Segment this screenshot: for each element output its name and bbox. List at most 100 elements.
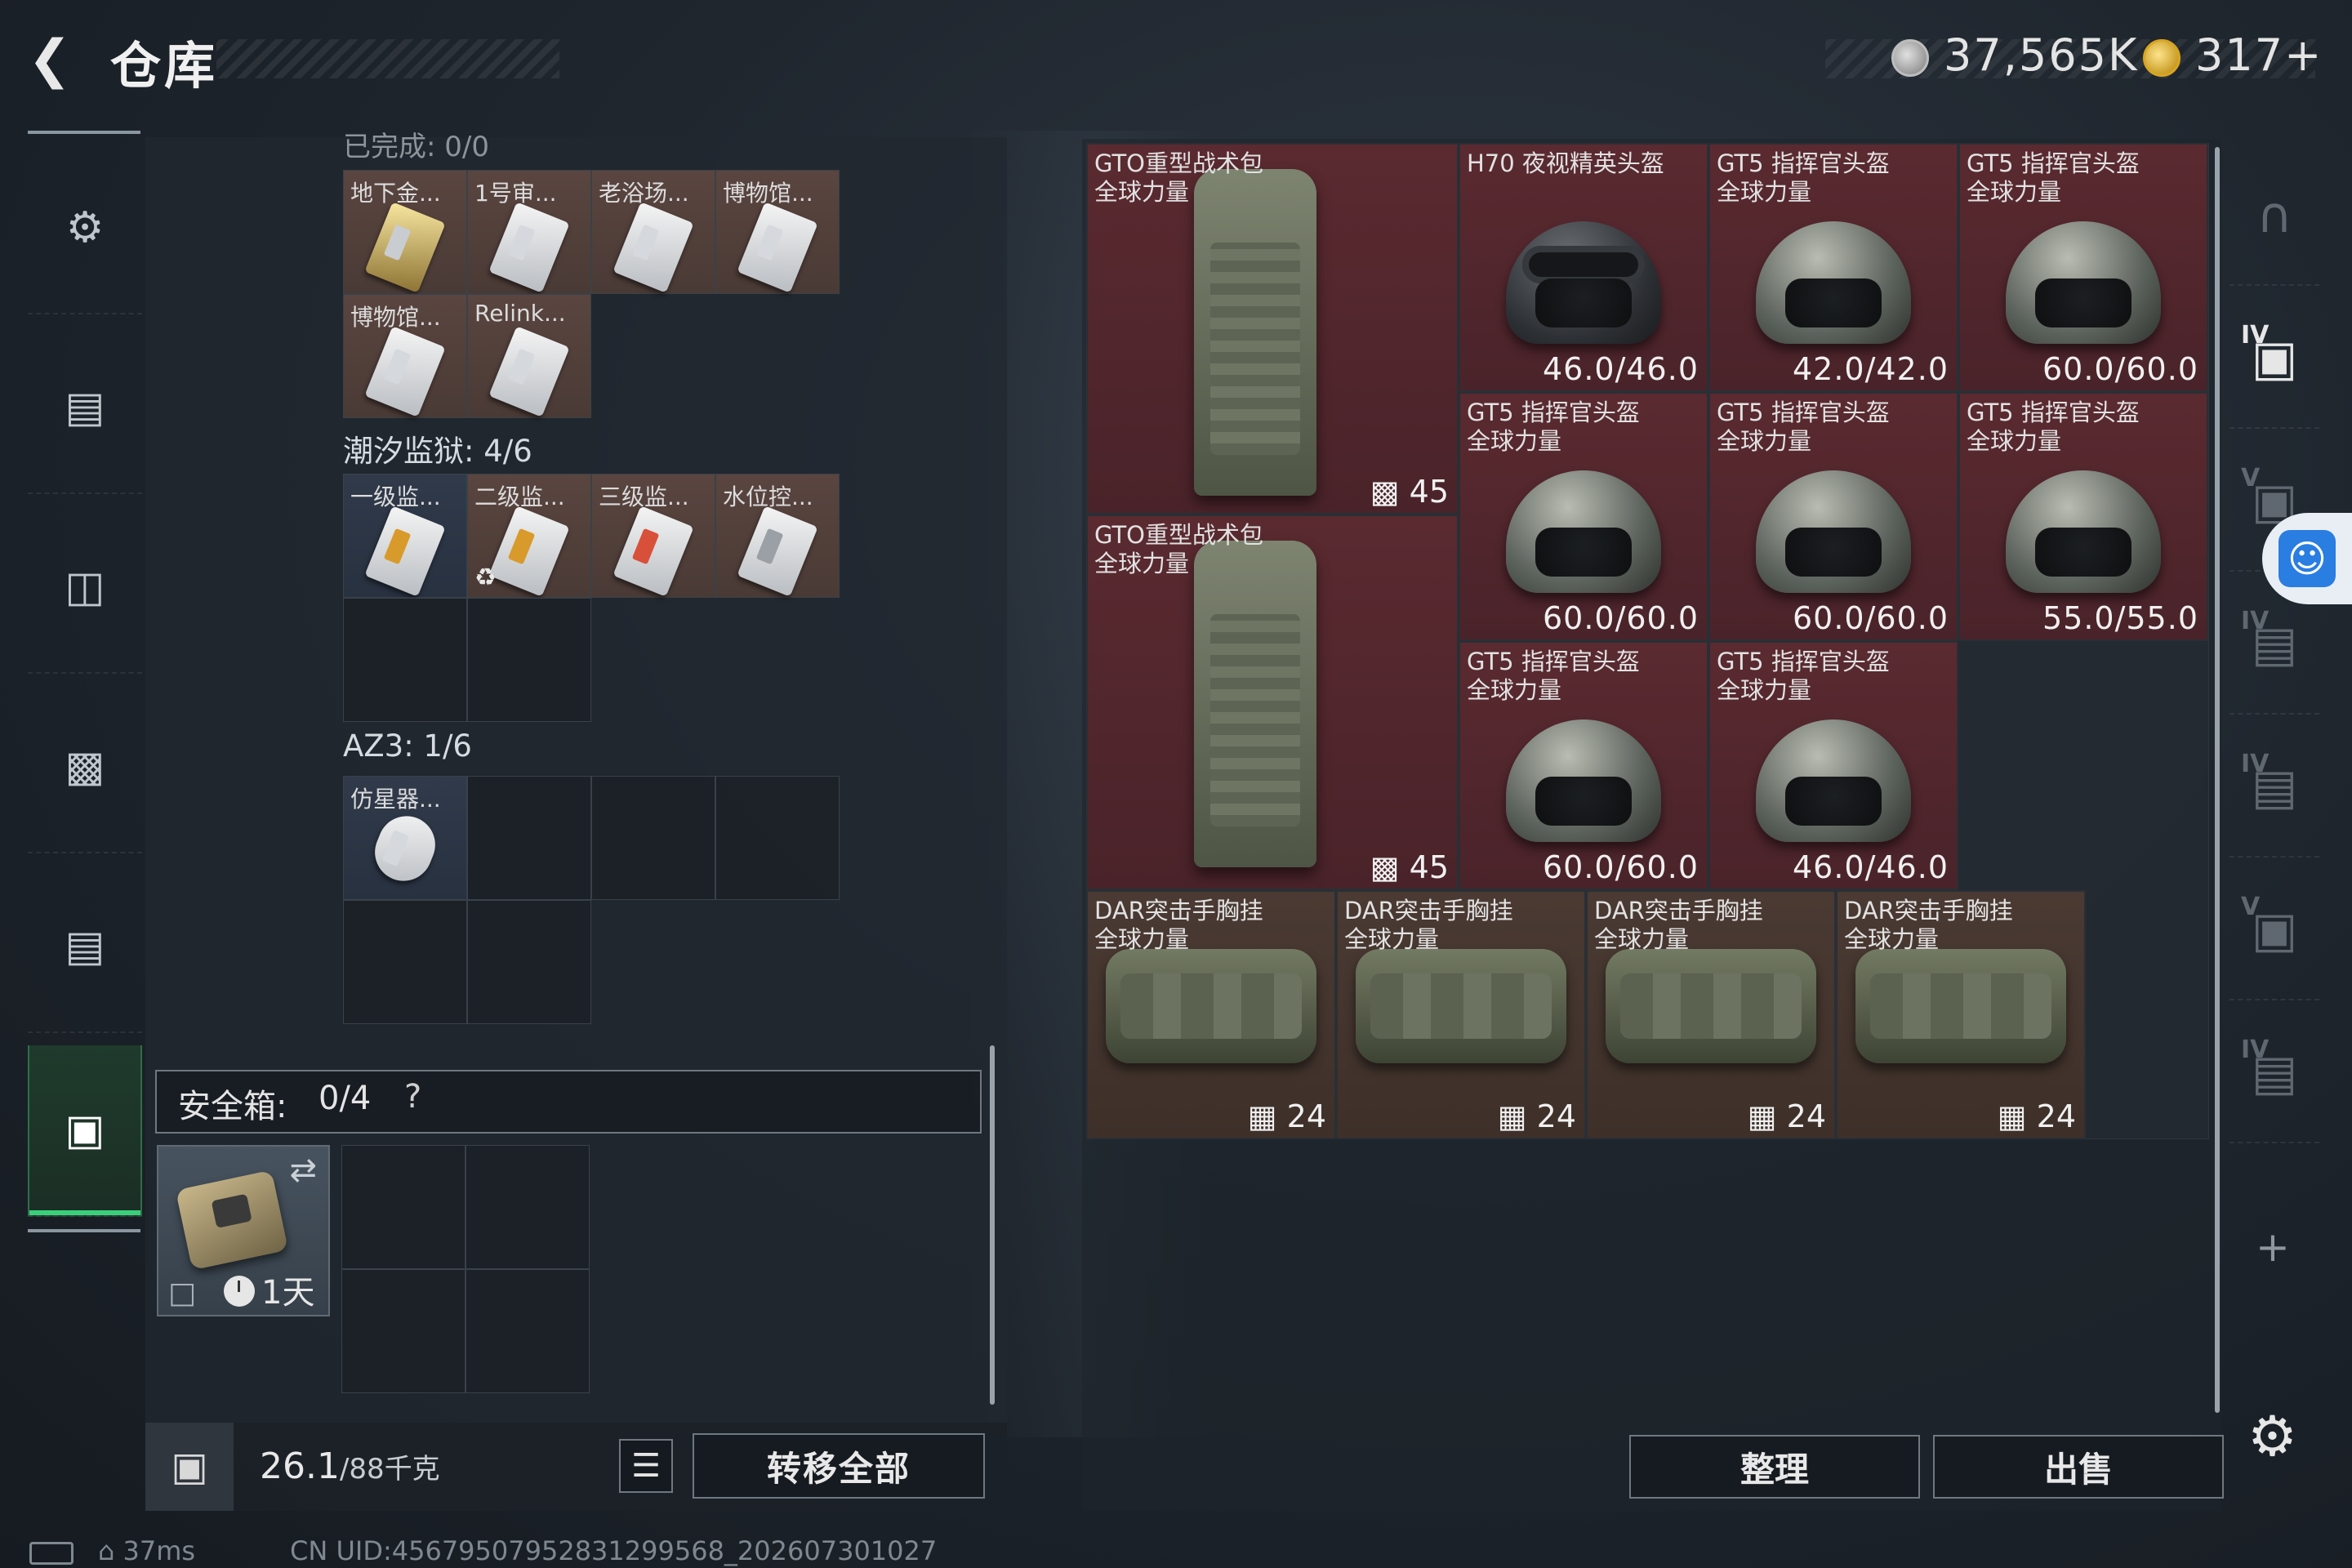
helmet-image — [1756, 470, 1911, 593]
empty-key-slot[interactable] — [343, 598, 467, 722]
key-item[interactable]: 一级监... — [343, 474, 467, 598]
stash-scrollbar[interactable] — [2215, 147, 2220, 1413]
item-name: GT5 指挥官头盔 全球力量 — [1717, 399, 1890, 455]
safe-box-item[interactable]: ⇄ □ 1天 — [157, 1145, 330, 1316]
key-item[interactable]: 地下金... — [343, 170, 467, 294]
key-item[interactable]: Relink... — [467, 294, 591, 418]
container-icon: ▤ — [65, 922, 105, 971]
item-name: GTO重型战术包 全球力量 — [1094, 149, 1263, 206]
stash-item-helmet[interactable]: GT5 指挥官头盔 全球力量 60.0/60.0 — [1459, 641, 1708, 890]
item-name: GT5 指挥官头盔 全球力量 — [1967, 149, 2140, 206]
item-durability: 60.0/60.0 — [2042, 351, 2198, 387]
weight-readout: 26.1/88千克 — [260, 1446, 440, 1487]
empty-key-slot[interactable] — [591, 776, 715, 900]
key-item[interactable]: 1号审... — [467, 170, 591, 294]
stash-item-backpack[interactable]: GTO重型战术包 全球力量 ▩ 45 — [1086, 514, 1459, 890]
back-arrow-icon[interactable]: ❮ — [28, 31, 85, 88]
item-name: GT5 指挥官头盔 全球力量 — [1717, 648, 1890, 704]
empty-key-slot[interactable] — [467, 900, 591, 1024]
rail-item-tier-filter[interactable]: IV ▣ — [2230, 290, 2319, 429]
weight-lock-icon[interactable]: ▣ — [145, 1423, 234, 1511]
empty-key-slot[interactable] — [467, 776, 591, 900]
help-icon[interactable]: ? — [404, 1078, 421, 1116]
rail-item-tier-filter[interactable]: IV ▤ — [2230, 719, 2319, 858]
broken-key-icon: ♻ — [474, 564, 497, 592]
safe-slot[interactable] — [466, 1269, 590, 1393]
rail-bottom-line — [28, 1229, 140, 1232]
arch-icon: ∩ — [2256, 187, 2292, 244]
safe-slot[interactable] — [341, 1269, 466, 1393]
key-item[interactable]: 老浴场... — [591, 170, 715, 294]
accessibility-icon: ☺ — [2278, 530, 2336, 587]
left-scrollbar[interactable] — [990, 1045, 995, 1405]
backpack-icon: ◫ — [65, 563, 105, 612]
stash-item-helmet[interactable]: H70 夜视精英头盔 46.0/46.0 — [1459, 143, 1708, 392]
rail-item-toolbox[interactable]: ▣ — [28, 1045, 142, 1217]
item-durability: 60.0/60.0 — [1542, 849, 1699, 885]
stash-item-chest-rig[interactable]: DAR突击手胸挂 全球力量 ▦ 24 — [1336, 890, 1586, 1139]
sort-button[interactable]: 整理 — [1629, 1435, 1920, 1499]
key-item[interactable]: 博物馆... — [343, 294, 467, 418]
key-card-icon — [612, 506, 694, 597]
add-icon[interactable]: + — [2256, 1223, 2290, 1271]
safe-slot[interactable] — [341, 1145, 466, 1269]
section-label-completed: 已完成: 0/0 — [343, 131, 489, 163]
gear-icon[interactable]: ⚙ — [2247, 1405, 2297, 1469]
key-item[interactable]: 三级监... — [591, 474, 715, 598]
chest-rig-icon: ▩ — [65, 742, 105, 791]
rail-item-backpacks[interactable]: ◫ — [28, 502, 142, 674]
safe-box-label: 安全箱: — [178, 1088, 287, 1125]
key-item[interactable]: 仿星器... — [343, 776, 467, 900]
item-name: DAR突击手胸挂 全球力量 — [1344, 897, 1513, 953]
item-durability: 60.0/60.0 — [1542, 600, 1699, 636]
item-capacity: ▦ 24 — [1497, 1098, 1576, 1134]
stash-item-helmet[interactable]: GT5 指挥官头盔 全球力量 60.0/60.0 — [1958, 143, 2208, 392]
key-card-icon — [488, 326, 570, 417]
silver-coin-icon — [1891, 39, 1929, 77]
accessibility-button[interactable]: ☺ — [2262, 513, 2352, 604]
key-card-icon — [737, 506, 818, 597]
stash-item-chest-rig[interactable]: DAR突击手胸挂 全球力量 ▦ 24 — [1586, 890, 1836, 1139]
rail-item-armor[interactable]: ▤ — [28, 323, 142, 494]
item-name: DAR突击手胸挂 全球力量 — [1594, 897, 1763, 953]
stash-item-chest-rig[interactable]: DAR突击手胸挂 全球力量 ▦ 24 — [1086, 890, 1336, 1139]
key-card-icon — [364, 202, 446, 293]
key-item[interactable]: 博物馆... — [715, 170, 840, 294]
stash-item-backpack[interactable]: GTO重型战术包 全球力量 ▩ 45 — [1086, 143, 1459, 514]
stash-item-helmet[interactable]: GT5 指挥官头盔 全球力量 60.0/60.0 — [1708, 392, 1958, 641]
rail-item-tier-filter[interactable]: IV ▤ — [2230, 1004, 2319, 1143]
rail-item-stash-home[interactable]: ∩ — [2230, 147, 2319, 286]
transfer-all-button[interactable]: 转移全部 — [693, 1433, 985, 1499]
silver-amount: 37,565K — [1944, 29, 2139, 81]
safe-slot[interactable] — [466, 1145, 590, 1269]
safe-box-count: 0/4 — [318, 1080, 372, 1117]
backpack-image — [1194, 541, 1316, 867]
key-item[interactable]: 水位控... — [715, 474, 840, 598]
active-indicator — [29, 1210, 140, 1215]
stash-item-helmet[interactable]: GT5 指挥官头盔 全球力量 55.0/55.0 — [1958, 392, 2208, 641]
rail-item-containers[interactable]: ▤ — [28, 862, 142, 1033]
chest-rig-image — [1855, 949, 2066, 1063]
title-stripe — [216, 39, 559, 78]
rail-item-tier-filter[interactable]: V ▣ — [2230, 862, 2319, 1000]
gold-coin-icon — [2143, 39, 2180, 77]
item-name: GTO重型战术包 全球力量 — [1094, 521, 1263, 577]
empty-key-slot[interactable] — [343, 900, 467, 1024]
stash-item-helmet[interactable]: GT5 指挥官头盔 全球力量 46.0/46.0 — [1708, 641, 1958, 890]
stash-item-helmet[interactable]: GT5 指挥官头盔 全球力量 42.0/42.0 — [1708, 143, 1958, 392]
item-durability: 46.0/46.0 — [1792, 849, 1949, 885]
backpack-image — [1194, 169, 1316, 496]
key-item[interactable]: 二级监... ♻ — [467, 474, 591, 598]
item-durability: 46.0/46.0 — [1542, 351, 1699, 387]
empty-key-slot[interactable] — [715, 776, 840, 900]
gold-amount[interactable]: 317+ — [2195, 29, 2323, 81]
section-label-tidal-prison: 潮汐监狱: 4/6 — [343, 434, 532, 469]
empty-key-slot[interactable] — [467, 598, 591, 722]
rail-item-weapons[interactable]: ⚙ — [28, 143, 142, 314]
sell-button[interactable]: 出售 — [1933, 1435, 2224, 1499]
list-icon[interactable]: ☰ — [619, 1439, 673, 1493]
swap-icon[interactable]: ⇄ — [289, 1152, 317, 1189]
stash-item-chest-rig[interactable]: DAR突击手胸挂 全球力量 ▦ 24 — [1836, 890, 2086, 1139]
rail-item-chest-rigs[interactable]: ▩ — [28, 682, 142, 853]
stash-item-helmet[interactable]: GT5 指挥官头盔 全球力量 60.0/60.0 — [1459, 392, 1708, 641]
